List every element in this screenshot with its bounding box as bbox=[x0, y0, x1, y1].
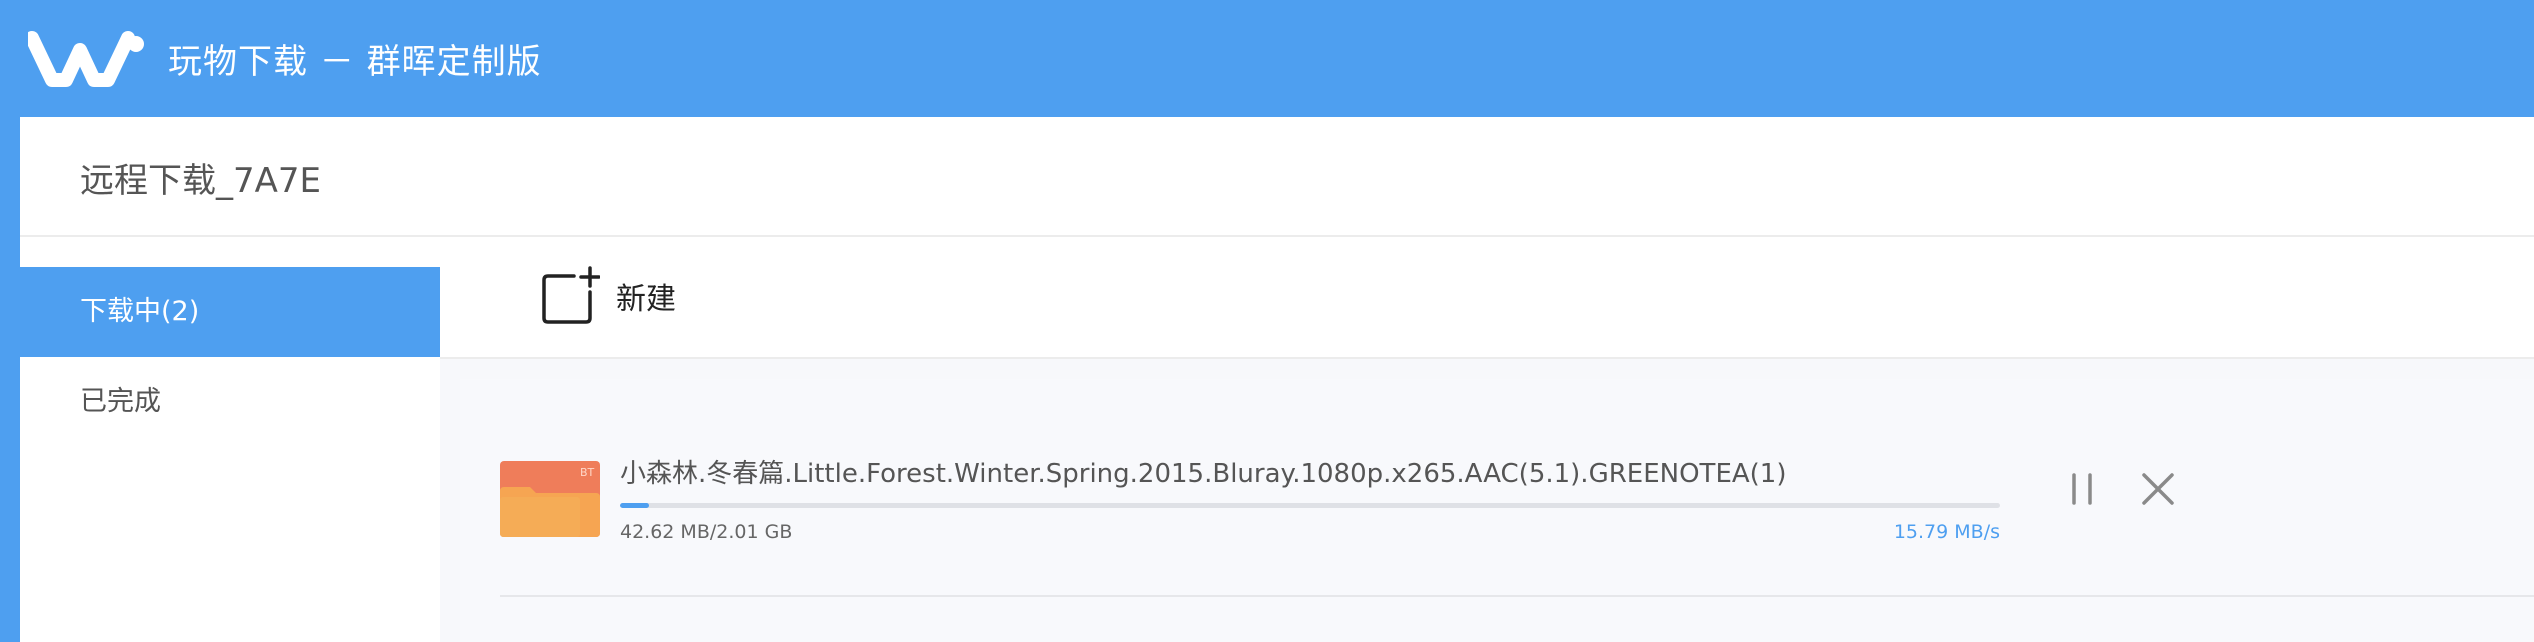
toolbar: 新建 bbox=[440, 237, 2534, 359]
page-title: 远程下载_7A7E bbox=[80, 161, 322, 201]
close-icon[interactable] bbox=[2136, 467, 2180, 511]
task-file-name: 小森林.冬春篇.Little.Forest.Winter.Spring.2015… bbox=[620, 459, 1787, 489]
task-size-text: 42.62 MB/2.01 GB bbox=[620, 521, 793, 543]
list-item[interactable]: BT 小森林.冬春篇.Little.Forest.Winter.Spring.2… bbox=[500, 449, 2534, 597]
task-progress-bar bbox=[620, 503, 2000, 508]
task-speed: 15.79 MB/s bbox=[1893, 521, 2000, 543]
sidebar-item-label: 下载中(2) bbox=[80, 296, 200, 327]
new-task-plus-icon bbox=[542, 266, 600, 324]
sidebar: 下载中(2) 已完成 bbox=[20, 267, 440, 642]
wanwu-logo-icon bbox=[28, 31, 144, 87]
new-task-button[interactable]: 新建 bbox=[540, 265, 676, 327]
app-title: 玩物下载 － 群晖定制版 bbox=[168, 42, 542, 82]
new-task-label: 新建 bbox=[616, 282, 676, 317]
bt-folder-icon: BT bbox=[500, 461, 600, 537]
task-progress-fill bbox=[620, 503, 649, 508]
pause-icon[interactable] bbox=[2060, 467, 2104, 511]
main-panel: 远程下载_7A7E 下载中(2) 已完成 新建 BT 小森林.冬春篇.Littl… bbox=[20, 117, 2534, 642]
content-area: 新建 BT 小森林.冬春篇.Little.Forest.Winter.Sprin… bbox=[440, 237, 2534, 642]
bt-badge: BT bbox=[580, 466, 595, 479]
sidebar-item-completed[interactable]: 已完成 bbox=[20, 357, 440, 447]
app-window: 玩物下载 － 群晖定制版 远程下载_7A7E 下载中(2) 已完成 新建 BT … bbox=[0, 0, 2534, 642]
sidebar-item-downloading[interactable]: 下载中(2) bbox=[20, 267, 440, 357]
sidebar-item-label: 已完成 bbox=[80, 386, 161, 417]
download-list: BT 小森林.冬春篇.Little.Forest.Winter.Spring.2… bbox=[460, 379, 2534, 642]
panel-header: 远程下载_7A7E bbox=[20, 117, 2534, 237]
title-bar: 玩物下载 － 群晖定制版 bbox=[0, 0, 2534, 117]
